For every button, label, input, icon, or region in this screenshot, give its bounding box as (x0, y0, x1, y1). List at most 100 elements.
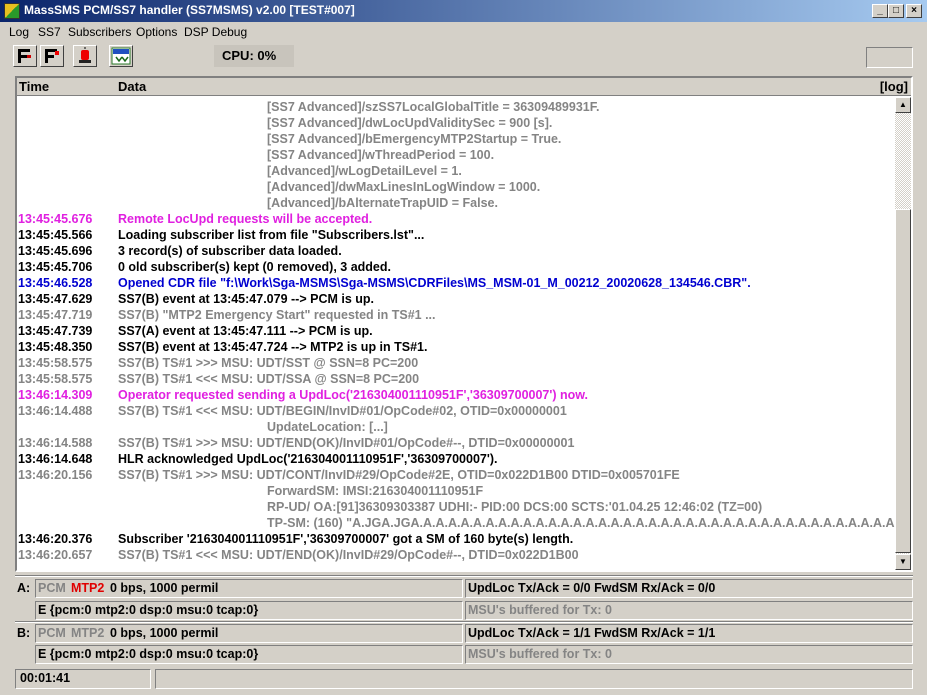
menu-ss7[interactable]: SS7 (38, 25, 61, 39)
title-bar[interactable]: MassSMS PCM/SS7 handler (SS7MSMS) v2.00 … (0, 0, 927, 22)
log-time: 13:45:58.575 (18, 356, 93, 370)
column-time[interactable]: Time (19, 79, 49, 94)
log-data: [Advanced]/wLogDetailLevel = 1. (267, 164, 462, 178)
log-data: [SS7 Advanced]/wThreadPeriod = 100. (267, 148, 495, 162)
log-data: SS7(B) TS#1 <<< MSU: UDT/END(OK)/InvID#2… (118, 548, 579, 562)
separator (15, 575, 913, 577)
log-time: 13:45:47.739 (18, 324, 93, 338)
log-data: 3 record(s) of subscriber data loaded. (118, 244, 342, 258)
menu-subscribers[interactable]: Subscribers (68, 25, 131, 39)
log-header: Time Data [log] (17, 78, 911, 96)
log-time: 13:46:14.588 (18, 436, 93, 450)
log-data: SS7(B) TS#1 >>> MSU: UDT/SST @ SSN=8 PC=… (118, 356, 419, 370)
menu-options[interactable]: Options (136, 25, 177, 39)
log-time: 13:45:45.566 (18, 228, 93, 242)
flag-f-red-button[interactable] (40, 45, 64, 67)
channel-a-counters: UpdLoc Tx/Ack = 0/0 FwdSM Rx/Ack = 0/0 (468, 581, 716, 595)
log-time: 13:45:47.719 (18, 308, 93, 322)
log-data: SS7(A) event at 13:45:47.111 --> PCM is … (118, 324, 373, 338)
log-time: 13:46:14.488 (18, 404, 93, 418)
log-time: 13:46:20.376 (18, 532, 93, 546)
log-data: SS7(B) event at 13:45:47.079 --> PCM is … (118, 292, 374, 306)
menu-dsp-debug[interactable]: DSP Debug (184, 25, 247, 39)
separator (15, 621, 913, 623)
maximize-button[interactable]: □ (888, 4, 904, 18)
log-data: Remote LocUpd requests will be accepted. (118, 212, 373, 226)
channel-b-errors: E {pcm:0 mtp2:0 dsp:0 msu:0 tcap:0} (38, 647, 259, 661)
log-data: SS7(B) "MTP2 Emergency Start" requested … (118, 308, 436, 322)
channel-a-errors-box: E {pcm:0 mtp2:0 dsp:0 msu:0 tcap:0} (35, 601, 463, 620)
log-data: Operator requested sending a UpdLoc('216… (118, 388, 588, 402)
log-time: 13:45:47.629 (18, 292, 93, 306)
channel-a-buffered: MSU's buffered for Tx: 0 (468, 603, 612, 617)
scroll-up-button[interactable]: ▲ (895, 97, 911, 113)
log-scrollbar[interactable]: ▲ ▼ (895, 97, 911, 570)
status-message (158, 670, 160, 689)
log-data: TP-SM: (160) "A.JGA.JGA.A.A.A.A.A.A.A.A.… (267, 516, 895, 530)
menu-log[interactable]: Log (9, 25, 29, 39)
window-title: MassSMS PCM/SS7 handler (SS7MSMS) v2.00 … (24, 3, 355, 17)
log-data: [Advanced]/dwMaxLinesInLogWindow = 1000. (267, 180, 541, 194)
flag-f-icon (18, 49, 31, 63)
channel-b-label: B: (17, 626, 31, 640)
auto-button[interactable] (109, 45, 133, 67)
channel-a-pcm: PCM (38, 581, 66, 595)
channel-a-buffered-box: MSU's buffered for Tx: 0 (465, 601, 913, 620)
channel-b-buffered: MSU's buffered for Tx: 0 (468, 647, 612, 661)
log-data: SS7(B) TS#1 <<< MSU: UDT/SSA @ SSN=8 PC=… (118, 372, 420, 386)
log-data: RP-UD/ OA:[91]36309303387 UDHI:- PID:00 … (267, 500, 763, 514)
channel-a-rate: 0 bps, 1000 permil (110, 581, 219, 595)
log-time: 13:45:46.528 (18, 276, 93, 290)
app-icon[interactable] (4, 3, 20, 19)
log-data: [SS7 Advanced]/bEmergencyMTP2Startup = T… (267, 132, 562, 146)
log-data: SS7(B) event at 13:45:47.724 --> MTP2 is… (118, 340, 428, 354)
indicator-box (866, 47, 913, 68)
log-time: 13:45:48.350 (18, 340, 93, 354)
log-data: SS7(B) TS#1 >>> MSU: UDT/CONT/InvID#29/O… (118, 468, 680, 482)
channel-a-label: A: (17, 581, 31, 595)
log-data: Opened CDR file "f:\Work\Sga-MSMS\Sga-MS… (118, 276, 751, 290)
flag-f-red-icon (45, 49, 59, 63)
channel-a-counters-box: UpdLoc Tx/Ack = 0/0 FwdSM Rx/Ack = 0/0 (465, 579, 913, 598)
channel-b-state: PCM MTP2 0 bps, 1000 permil (35, 624, 463, 643)
log-data: SS7(B) TS#1 >>> MSU: UDT/END(OK)/InvID#0… (118, 436, 575, 450)
log-time: 13:45:45.676 (18, 212, 93, 226)
menu-bar: Log SS7 Subscribers Options DSP Debug (0, 22, 927, 42)
channel-a-errors: E {pcm:0 mtp2:0 dsp:0 msu:0 tcap:0} (38, 603, 259, 617)
flag-f-button[interactable] (13, 45, 37, 67)
log-list[interactable]: [SS7 Advanced]/szSS7LocalGlobalTitle = 3… (17, 97, 895, 570)
channel-a-mtp2: MTP2 (71, 581, 105, 595)
uptime: 00:01:41 (20, 671, 71, 685)
log-data: [SS7 Advanced]/szSS7LocalGlobalTitle = 3… (267, 100, 600, 114)
log-data: SS7(B) TS#1 <<< MSU: UDT/BEGIN/InvID#01/… (118, 404, 567, 418)
channel-b-pcm: PCM (38, 626, 66, 640)
auto-icon (111, 47, 131, 65)
channel-b-errors-box: E {pcm:0 mtp2:0 dsp:0 msu:0 tcap:0} (35, 645, 463, 664)
status-message-box (155, 669, 913, 689)
log-data: Subscriber '216304001110951F','363097000… (118, 532, 574, 546)
close-button[interactable]: × (906, 4, 922, 18)
alarm-icon (79, 47, 91, 63)
channel-b-rate: 0 bps, 1000 permil (110, 626, 219, 640)
uptime-box: 00:01:41 (15, 669, 151, 689)
column-data[interactable]: Data (118, 79, 146, 94)
log-data: HLR acknowledged UpdLoc('216304001110951… (118, 452, 498, 466)
alarm-button[interactable] (73, 45, 97, 67)
channel-b-mtp2: MTP2 (71, 626, 105, 640)
log-panel[interactable]: Time Data [log] [SS7 Advanced]/szSS7Loca… (15, 76, 913, 572)
channel-a-state: PCM MTP2 0 bps, 1000 permil (35, 579, 463, 598)
log-data: 0 old subscriber(s) kept (0 removed), 3 … (118, 260, 391, 274)
scroll-down-button[interactable]: ▼ (895, 554, 911, 570)
minimize-button[interactable]: _ (872, 4, 888, 18)
cpu-usage: CPU: 0% (214, 45, 294, 67)
log-time: 13:46:14.648 (18, 452, 93, 466)
log-data: ForwardSM: IMSI:216304001110951F (267, 484, 484, 498)
log-time: 13:45:58.575 (18, 372, 93, 386)
log-time: 13:46:20.156 (18, 468, 93, 482)
channel-b-counters-box: UpdLoc Tx/Ack = 1/1 FwdSM Rx/Ack = 1/1 (465, 624, 913, 643)
log-data: [SS7 Advanced]/dwLocUpdValiditySec = 900… (267, 116, 553, 130)
log-data: Loading subscriber list from file "Subsc… (118, 228, 425, 242)
log-toggle[interactable]: [log] (880, 79, 908, 94)
channel-b-buffered-box: MSU's buffered for Tx: 0 (465, 645, 913, 664)
scroll-thumb[interactable] (895, 209, 911, 553)
